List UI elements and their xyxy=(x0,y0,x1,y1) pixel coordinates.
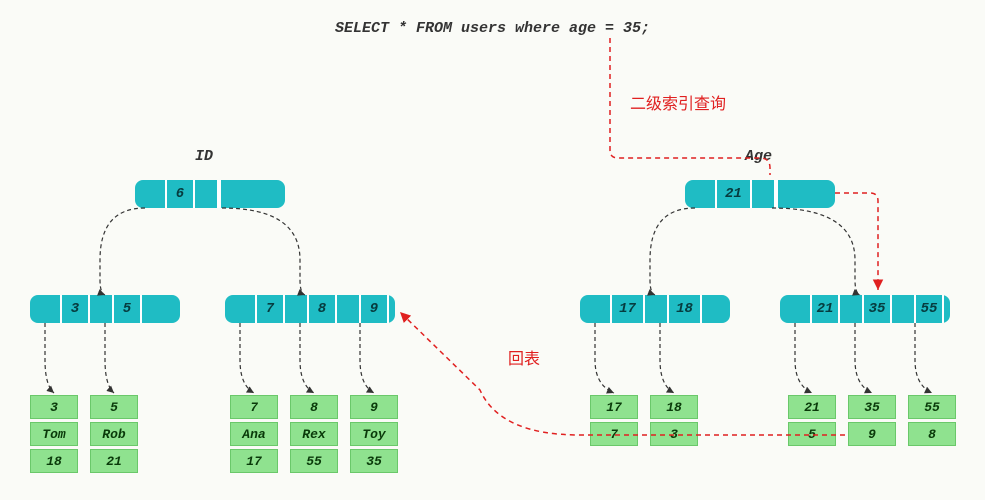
leaf-name: Tom xyxy=(30,422,78,446)
node-cell-empty xyxy=(283,295,307,323)
node-cell-empty xyxy=(193,180,217,208)
node-cell-empty xyxy=(942,295,966,323)
node-cell-empty xyxy=(890,295,914,323)
leaf-id: 7 xyxy=(590,422,638,446)
id-leaf: 8 Rex 55 xyxy=(290,395,338,473)
leaf-age: 18 xyxy=(30,449,78,473)
id-leaf: 5 Rob 21 xyxy=(90,395,138,473)
age-root-node: 21 xyxy=(685,180,835,208)
node-cell: 21 xyxy=(810,295,838,323)
sql-query: SELECT * FROM users where age = 35; xyxy=(335,20,650,37)
leaf-id: 5 xyxy=(90,395,138,419)
age-leaf: 18 3 xyxy=(650,395,698,446)
leaf-id: 9 xyxy=(350,395,398,419)
leaf-id: 3 xyxy=(30,395,78,419)
leaf-id: 7 xyxy=(230,395,278,419)
node-cell: 8 xyxy=(307,295,335,323)
leaf-id: 3 xyxy=(650,422,698,446)
node-cell-empty xyxy=(140,295,164,323)
node-cell-empty xyxy=(776,180,800,208)
node-cell: 35 xyxy=(862,295,890,323)
connectors-svg xyxy=(0,0,985,500)
leaf-name: Rob xyxy=(90,422,138,446)
node-cell-empty xyxy=(141,180,165,208)
node-cell-empty xyxy=(219,180,243,208)
leaf-age: 21 xyxy=(788,395,836,419)
node-cell-empty xyxy=(700,295,724,323)
id-root-node: 6 xyxy=(135,180,285,208)
node-cell-empty xyxy=(387,295,411,323)
age-internal-right: 21 35 55 xyxy=(780,295,950,323)
age-leaf: 35 9 xyxy=(848,395,896,446)
id-tree-label: ID xyxy=(195,148,213,165)
node-cell-empty xyxy=(643,295,667,323)
id-leaf: 9 Toy 35 xyxy=(350,395,398,473)
node-cell: 55 xyxy=(914,295,942,323)
node-cell-empty xyxy=(88,295,112,323)
node-cell: 7 xyxy=(255,295,283,323)
node-cell: 17 xyxy=(610,295,643,323)
age-leaf: 17 7 xyxy=(590,395,638,446)
node-cell-empty xyxy=(691,180,715,208)
node-cell-empty xyxy=(36,295,60,323)
leaf-age: 18 xyxy=(650,395,698,419)
leaf-name: Toy xyxy=(350,422,398,446)
leaf-id: 9 xyxy=(848,422,896,446)
id-leaf: 3 Tom 18 xyxy=(30,395,78,473)
leaf-age: 55 xyxy=(908,395,956,419)
id-internal-right: 7 8 9 xyxy=(225,295,395,323)
id-internal-left: 3 5 xyxy=(30,295,180,323)
leaf-id: 8 xyxy=(908,422,956,446)
node-cell-empty xyxy=(586,295,610,323)
leaf-age: 35 xyxy=(848,395,896,419)
node-cell-empty xyxy=(838,295,862,323)
node-cell: 3 xyxy=(60,295,88,323)
age-tree-label: Age xyxy=(745,148,772,165)
id-leaf: 7 Ana 17 xyxy=(230,395,278,473)
leaf-age: 17 xyxy=(590,395,638,419)
node-cell-empty xyxy=(750,180,774,208)
leaf-age: 55 xyxy=(290,449,338,473)
node-cell-empty xyxy=(335,295,359,323)
leaf-id: 5 xyxy=(788,422,836,446)
leaf-name: Rex xyxy=(290,422,338,446)
annotation-secondary-index: 二级索引查询 xyxy=(630,90,726,114)
node-cell: 6 xyxy=(165,180,193,208)
leaf-id: 8 xyxy=(290,395,338,419)
node-cell: 21 xyxy=(715,180,750,208)
leaf-name: Ana xyxy=(230,422,278,446)
leaf-age: 35 xyxy=(350,449,398,473)
age-internal-left: 17 18 xyxy=(580,295,730,323)
node-cell-empty xyxy=(231,295,255,323)
node-cell: 5 xyxy=(112,295,140,323)
node-cell-empty xyxy=(786,295,810,323)
leaf-age: 17 xyxy=(230,449,278,473)
leaf-age: 21 xyxy=(90,449,138,473)
age-leaf: 55 8 xyxy=(908,395,956,446)
node-cell: 18 xyxy=(667,295,700,323)
age-leaf: 21 5 xyxy=(788,395,836,446)
node-cell: 9 xyxy=(359,295,387,323)
annotation-back-to-table: 回表 xyxy=(508,345,540,369)
